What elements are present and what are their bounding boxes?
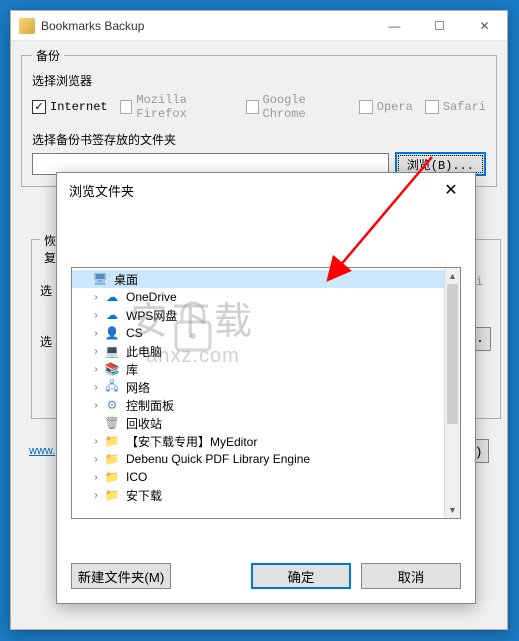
checkbox-icon (120, 100, 133, 114)
tree-item-label: WPS网盘 (126, 307, 177, 324)
tree-item[interactable]: ›🖧 网络 (72, 378, 460, 396)
new-folder-button[interactable]: 新建文件夹(M) (71, 563, 171, 589)
tree-item[interactable]: ›⚙ 控制面板 (72, 396, 460, 414)
tree-item[interactable]: 🖥 桌面 (72, 270, 460, 288)
expand-icon[interactable]: › (90, 346, 102, 357)
browser-label: 选择浏览器 (32, 72, 486, 89)
tree-item[interactable]: ›📁 安下载 (72, 486, 460, 504)
tree-item-label: 网络 (126, 379, 150, 396)
dialog-titlebar: 浏览文件夹 ✕ (57, 173, 475, 207)
folder-icon: 📁 (104, 469, 120, 485)
lib-icon: 📚 (104, 361, 120, 377)
scroll-down-icon[interactable]: ▼ (445, 502, 460, 518)
expand-icon[interactable]: › (90, 472, 102, 483)
tree-item[interactable]: 🗑 回收站 (72, 414, 460, 432)
tree-item-label: 【安下载专用】MyEditor (126, 433, 257, 450)
scroll-thumb[interactable] (447, 284, 458, 424)
browser-checkbox-safari: Safari (425, 100, 486, 114)
app-icon (19, 18, 35, 34)
minimize-button[interactable]: — (372, 11, 417, 41)
tree-item[interactable]: ›📚 库 (72, 360, 460, 378)
tree-item-label: CS (126, 326, 143, 340)
checkbox-icon (425, 100, 439, 114)
tree-item[interactable]: ›👤 CS (72, 324, 460, 342)
browser-checkbox-mozilla-firefox: Mozilla Firefox (120, 93, 234, 121)
cloud-blue-icon: ☁ (104, 289, 120, 305)
tree-item-label: 库 (126, 361, 138, 378)
tree-item[interactable]: ›☁ WPS网盘 (72, 306, 460, 324)
scrollbar[interactable]: ▲ ▼ (444, 268, 460, 518)
checkbox-icon (246, 100, 259, 114)
recycle-icon: 🗑 (104, 415, 120, 431)
tree-item[interactable]: ›📁 【安下载专用】MyEditor (72, 432, 460, 450)
cancel-button[interactable]: 取消 (361, 563, 461, 589)
tree-item-label: OneDrive (126, 290, 177, 304)
browser-checkbox-google-chrome: Google Chrome (246, 93, 347, 121)
person-icon: 👤 (104, 325, 120, 341)
tree-item-label: Debenu Quick PDF Library Engine (126, 452, 310, 466)
browser-checkbox-row: Internet Mozilla Firefox Google Chrome Oper… (32, 93, 486, 121)
desktop-icon: 🖥 (92, 271, 108, 287)
folder-tree: 🖥桌面›☁OneDrive›☁WPS网盘›👤CS›💻此电脑›📚库›🖧网络›⚙控制… (71, 267, 461, 519)
tree-list: 🖥桌面›☁OneDrive›☁WPS网盘›👤CS›💻此电脑›📚库›🖧网络›⚙控制… (72, 268, 460, 506)
window-controls: — ☐ ✕ (372, 11, 507, 41)
expand-icon[interactable]: › (90, 400, 102, 411)
tree-item-label: 桌面 (114, 271, 138, 288)
browser-checkbox-opera: Opera (359, 100, 413, 114)
expand-icon[interactable]: › (90, 436, 102, 447)
close-button[interactable]: ✕ (462, 11, 507, 41)
expand-icon[interactable]: › (90, 364, 102, 375)
tree-item-label: 此电脑 (126, 343, 162, 360)
expand-icon[interactable]: › (90, 382, 102, 393)
panel-icon: ⚙ (104, 397, 120, 413)
expand-icon[interactable]: › (90, 454, 102, 465)
dialog-button-row: 新建文件夹(M) 确定 取消 (57, 549, 475, 603)
expand-icon[interactable]: › (90, 310, 102, 321)
dialog-close-button[interactable]: ✕ (431, 176, 471, 204)
tree-item-label: 控制面板 (126, 397, 174, 414)
maximize-button[interactable]: ☐ (417, 11, 462, 41)
tree-item-label: 回收站 (126, 415, 162, 432)
scroll-up-icon[interactable]: ▲ (445, 268, 460, 284)
tree-item[interactable]: ›💻 此电脑 (72, 342, 460, 360)
checkbox-label: Opera (377, 100, 413, 114)
net-icon: 🖧 (104, 379, 120, 395)
titlebar: Bookmarks Backup — ☐ ✕ (11, 11, 507, 41)
url-link[interactable]: www. (29, 445, 55, 457)
tree-item-label: 安下载 (126, 487, 162, 504)
backup-group: 备份 选择浏览器 Internet Mozilla Firefox Google C… (21, 47, 497, 187)
checkbox-label: Mozilla Firefox (136, 93, 233, 121)
folder-icon: 📁 (104, 433, 120, 449)
checkbox-icon (359, 100, 373, 114)
folder-icon: 📁 (104, 451, 120, 467)
backup-legend: 备份 (32, 47, 64, 64)
tree-item[interactable]: ›☁ OneDrive (72, 288, 460, 306)
checkbox-icon[interactable] (32, 100, 46, 114)
checkbox-label: Internet (50, 100, 108, 114)
checkbox-label: Safari (443, 100, 486, 114)
pc-icon: 💻 (104, 343, 120, 359)
window-title: Bookmarks Backup (41, 19, 372, 33)
tree-item[interactable]: ›📁 ICO (72, 468, 460, 486)
browser-checkbox-internet[interactable]: Internet (32, 100, 108, 114)
tree-item-label: ICO (126, 470, 147, 484)
expand-icon[interactable]: › (90, 328, 102, 339)
ok-button[interactable]: 确定 (251, 563, 351, 589)
expand-icon[interactable]: › (90, 292, 102, 303)
expand-icon[interactable]: › (90, 490, 102, 501)
folder-icon: 📁 (104, 487, 120, 503)
browse-folder-dialog: 浏览文件夹 ✕ 🖥桌面›☁OneDrive›☁WPS网盘›👤CS›💻此电脑›📚库… (56, 172, 476, 604)
checkbox-label: Google Chrome (263, 93, 347, 121)
cloud-outline-icon: ☁ (104, 307, 120, 323)
dialog-title: 浏览文件夹 (69, 181, 431, 200)
tree-item[interactable]: ›📁 Debenu Quick PDF Library Engine (72, 450, 460, 468)
folder-label: 选择备份书签存放的文件夹 (32, 131, 486, 148)
